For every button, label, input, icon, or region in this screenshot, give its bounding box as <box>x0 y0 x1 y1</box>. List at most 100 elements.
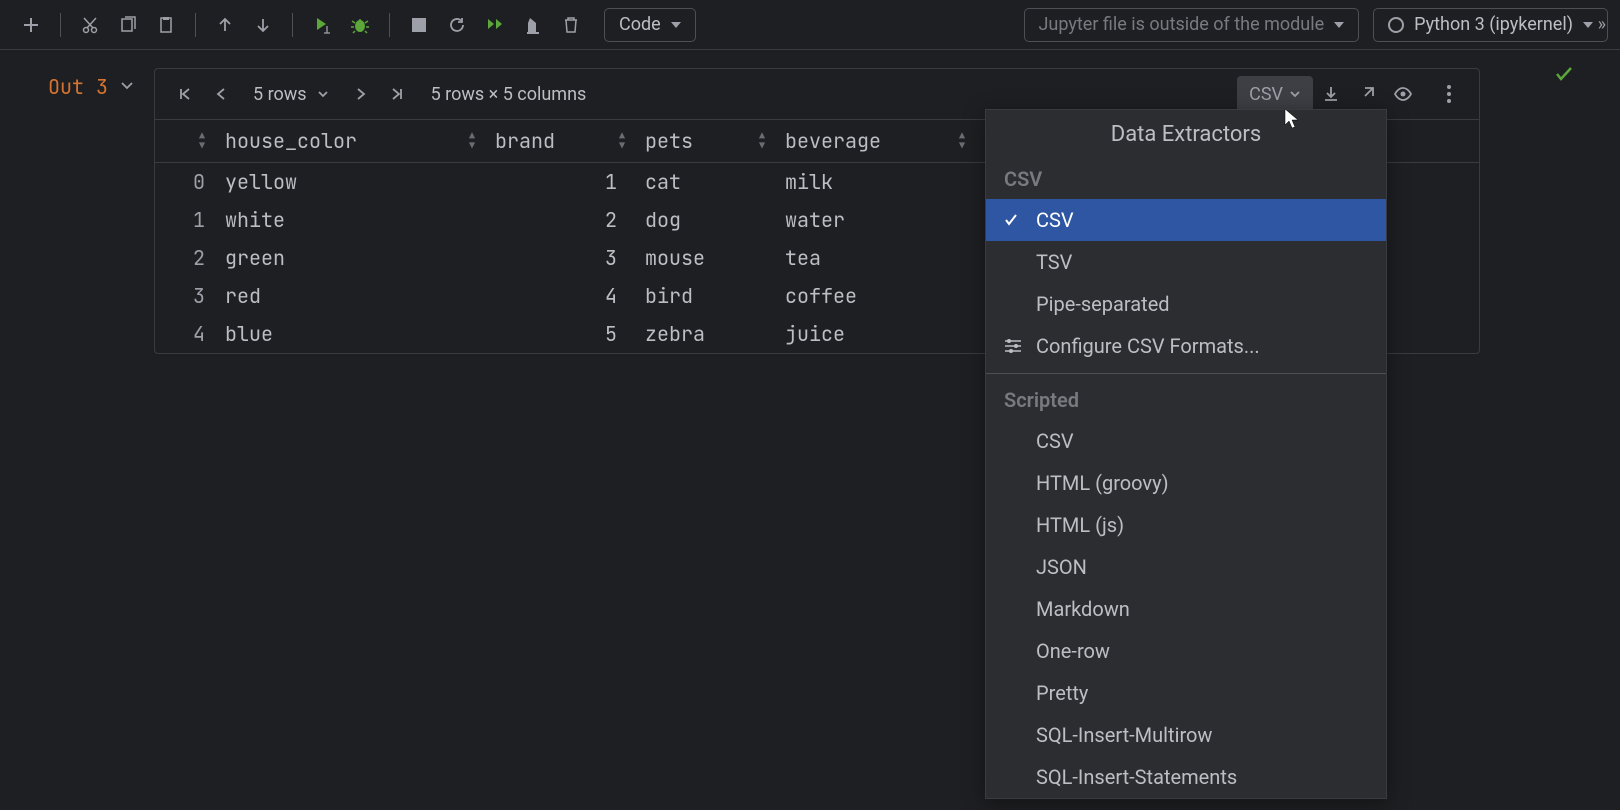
main-toolbar: Code Jupyter file is outside of the modu… <box>0 0 1620 50</box>
popup-item-label: Markdown <box>1036 597 1130 621</box>
popup-item-label: One-row <box>1036 639 1110 663</box>
popup-item-label: HTML (js) <box>1036 513 1124 537</box>
popup-item-label: TSV <box>1036 250 1072 274</box>
download-button[interactable] <box>1313 76 1349 112</box>
cell-index: 0 <box>155 169 215 195</box>
output-label: Out 3 <box>0 68 134 354</box>
column-header-house-color[interactable]: house_color▲▼ <box>215 120 485 162</box>
export-format-label: CSV <box>1249 84 1283 105</box>
more-button[interactable] <box>1431 76 1467 112</box>
move-up-button[interactable] <box>206 6 244 44</box>
cell-type-dropdown[interactable]: Code <box>604 8 696 42</box>
move-down-button[interactable] <box>244 6 282 44</box>
column-header-index[interactable]: ▲▼ <box>155 120 215 162</box>
popup-item-label: Configure CSV Formats... <box>1036 334 1260 358</box>
paste-button[interactable] <box>147 6 185 44</box>
expand-icon[interactable]: » <box>1598 14 1606 35</box>
view-button[interactable] <box>1385 76 1421 112</box>
popup-item[interactable]: Markdown <box>986 588 1386 630</box>
cell-beverage: tea <box>775 245 975 271</box>
run-all-button[interactable] <box>476 6 514 44</box>
settings-icon <box>1004 339 1022 353</box>
cell-index: 4 <box>155 321 215 347</box>
dims-label: 5 rows × 5 columns <box>415 84 603 105</box>
popup-item[interactable]: Pipe-separated <box>986 283 1386 325</box>
data-extractors-popup: Data Extractors CSV CSV TSV Pipe-separated C… <box>985 109 1387 799</box>
popup-item[interactable]: HTML (groovy) <box>986 462 1386 504</box>
cell-beverage: juice <box>775 321 975 347</box>
copy-button[interactable] <box>109 6 147 44</box>
stop-button[interactable] <box>400 6 438 44</box>
export-format-dropdown[interactable]: CSV <box>1237 76 1313 112</box>
kernel-dropdown[interactable]: Python 3 (ipykernel) <box>1373 8 1608 42</box>
cell-house-color: green <box>215 245 485 271</box>
cell-status-icon <box>1554 64 1574 84</box>
chevron-down-icon <box>1334 22 1344 28</box>
popup-item[interactable]: Configure CSV Formats... <box>986 325 1386 367</box>
popup-item[interactable]: SQL-Insert-Multirow <box>986 714 1386 756</box>
popup-item-label: CSV <box>1036 208 1074 232</box>
add-cell-button[interactable] <box>12 6 50 44</box>
last-page-button[interactable] <box>379 76 415 112</box>
popup-section-header: CSV <box>986 159 1386 199</box>
separator <box>60 13 61 37</box>
restart-button[interactable] <box>438 6 476 44</box>
first-page-button[interactable] <box>167 76 203 112</box>
column-header-brand[interactable]: brand▲▼ <box>485 120 635 162</box>
popup-item[interactable]: TSV <box>986 241 1386 283</box>
cell-brand: 2 <box>485 207 635 233</box>
popup-item-label: SQL-Insert-Multirow <box>1036 723 1212 747</box>
delete-button[interactable] <box>552 6 590 44</box>
chevron-down-icon <box>671 22 681 28</box>
popup-item[interactable]: HTML (js) <box>986 504 1386 546</box>
cell-pets: bird <box>635 283 775 309</box>
popup-item[interactable]: CSV <box>986 199 1386 241</box>
cell-brand: 1 <box>485 169 635 195</box>
popup-item-label: Pipe-separated <box>1036 292 1170 316</box>
popup-item[interactable]: One-row <box>986 630 1386 672</box>
prev-page-button[interactable] <box>203 76 239 112</box>
open-new-button[interactable] <box>1349 76 1385 112</box>
kernel-label: Python 3 (ipykernel) <box>1414 14 1573 35</box>
cell-pets: cat <box>635 169 775 195</box>
cell-index: 1 <box>155 207 215 233</box>
output-index: Out 3 <box>48 74 108 100</box>
rows-dropdown[interactable]: 5 rows <box>239 84 343 105</box>
column-header-pets[interactable]: pets▲▼ <box>635 120 775 162</box>
cell-beverage: coffee <box>775 283 975 309</box>
clear-outputs-button[interactable] <box>514 6 552 44</box>
checkmark-slot <box>1004 213 1022 227</box>
cut-button[interactable] <box>71 6 109 44</box>
popup-title: Data Extractors <box>986 110 1386 159</box>
cell-pets: zebra <box>635 321 775 347</box>
jupyter-warning-dropdown[interactable]: Jupyter file is outside of the module <box>1024 8 1360 42</box>
column-header-beverage[interactable]: beverage▲▼ <box>775 120 975 162</box>
run-cell-button[interactable] <box>303 6 341 44</box>
separator <box>195 13 196 37</box>
separator <box>389 13 390 37</box>
cell-index: 2 <box>155 245 215 271</box>
cell-brand: 3 <box>485 245 635 271</box>
cell-beverage: milk <box>775 169 975 195</box>
popup-item-label: SQL-Insert-Statements <box>1036 765 1237 789</box>
separator <box>292 13 293 37</box>
popup-item[interactable]: JSON <box>986 546 1386 588</box>
mouse-cursor <box>1284 108 1302 130</box>
cell-brand: 4 <box>485 283 635 309</box>
jupyter-warning-label: Jupyter file is outside of the module <box>1039 14 1325 35</box>
chevron-down-icon <box>1583 22 1593 28</box>
cell-house-color: blue <box>215 321 485 347</box>
cell-index: 3 <box>155 283 215 309</box>
cell-beverage: water <box>775 207 975 233</box>
next-page-button[interactable] <box>343 76 379 112</box>
popup-item[interactable]: Pretty <box>986 672 1386 714</box>
cell-house-color: red <box>215 283 485 309</box>
kernel-status-icon <box>1388 17 1404 33</box>
cell-house-color: white <box>215 207 485 233</box>
cell-pets: mouse <box>635 245 775 271</box>
debug-button[interactable] <box>341 6 379 44</box>
cell-brand: 5 <box>485 321 635 347</box>
popup-item[interactable]: SQL-Insert-Statements <box>986 756 1386 798</box>
cell-house-color: yellow <box>215 169 485 195</box>
popup-item[interactable]: CSV <box>986 420 1386 462</box>
